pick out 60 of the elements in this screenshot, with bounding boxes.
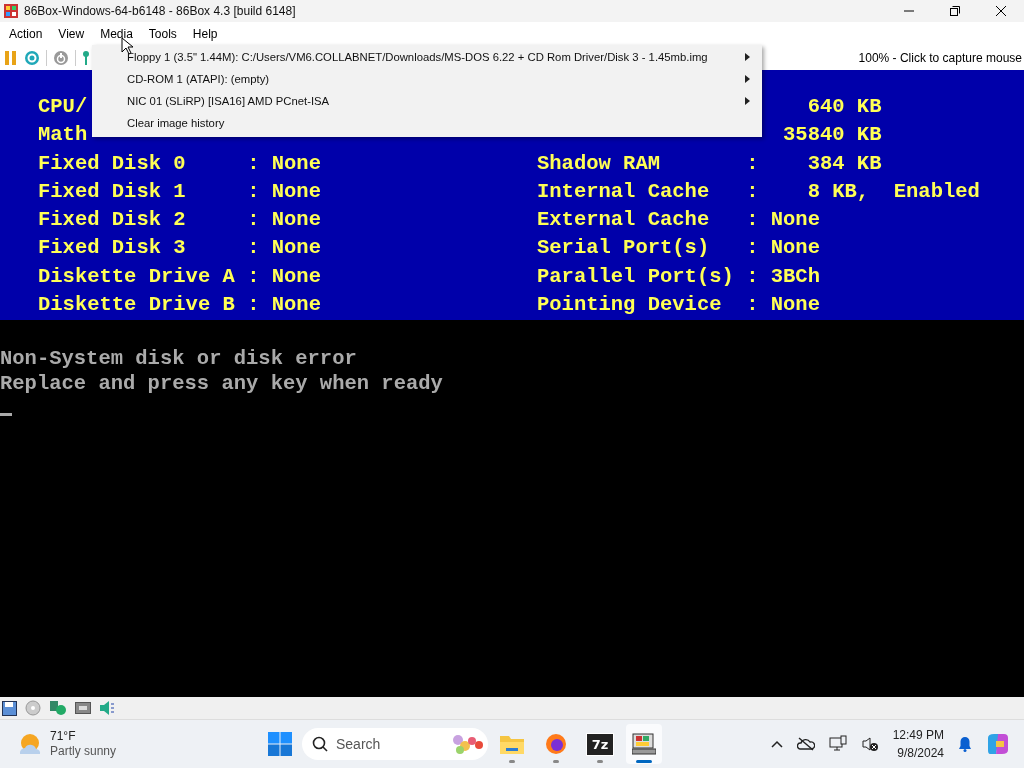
bios-text: Serial Port(s) : None — [537, 235, 820, 261]
status-text: 100% - Click to capture mouse — [858, 50, 1022, 65]
speaker-icon[interactable] — [99, 700, 115, 716]
bios-text: Shadow RAM : 384 KB — [537, 150, 882, 176]
floppy-icon[interactable] — [2, 700, 17, 716]
maximize-button[interactable] — [950, 6, 960, 16]
menu-item[interactable]: Action — [1, 26, 51, 41]
app-icon — [4, 4, 18, 18]
bios-text: Pointing Device : None — [537, 291, 820, 317]
chevron-up-icon[interactable] — [770, 740, 783, 748]
reset-icon[interactable] — [24, 49, 40, 66]
assistant-icon[interactable] — [986, 732, 1010, 756]
console-text: Non-System disk or disk error — [0, 346, 357, 371]
menu-item[interactable]: Floppy 1 (3.5" 1.44M): C:/Users/VM6.COLLABNET/Downloads/MS-DOS 6.22 + CD Rom Driver/Disk 3 - 1.45mb.img — [92, 46, 762, 68]
window-title: 86Box-Windows-64-b6148 - 86Box 4.3 [build 6148] — [24, 4, 296, 18]
clock-time[interactable]: 12:49 PM — [892, 726, 944, 744]
start-button[interactable] — [268, 732, 292, 756]
bell-icon[interactable] — [958, 736, 972, 752]
bios-text: CPU/ — [38, 94, 88, 119]
flowers-icon — [450, 732, 484, 756]
weather-text: Partly sunny — [50, 744, 117, 759]
bios-text: Parallel Port(s) : 3BCh — [537, 263, 820, 289]
archiver-icon[interactable]: 7z — [586, 733, 614, 755]
menu-item[interactable]: Tools — [140, 26, 185, 41]
folder-icon[interactable] — [500, 734, 524, 754]
bios-text: Diskette Drive A : None — [38, 263, 321, 289]
bios-text: Diskette Drive B : None — [38, 291, 321, 317]
power-icon[interactable] — [53, 49, 69, 66]
temperature-text: 71°F — [50, 729, 77, 744]
menu-item[interactable]: CD-ROM 1 (ATAPI): (empty) — [92, 68, 762, 90]
bios-text: Fixed Disk 3 : None — [38, 235, 321, 261]
disc-icon[interactable] — [25, 700, 41, 716]
menu-item[interactable]: Help — [184, 26, 226, 41]
console-text: Replace and press any key when ready — [0, 371, 443, 396]
display-icon[interactable] — [75, 702, 91, 714]
search-field[interactable]: Search — [302, 728, 488, 760]
computer-icon[interactable] — [632, 733, 656, 755]
monitor-icon[interactable] — [828, 735, 847, 753]
bios-text: Fixed Disk 2 : None — [38, 207, 321, 232]
search-icon — [312, 736, 328, 752]
network-icon[interactable] — [49, 700, 67, 716]
clock-date[interactable]: 9/8/2024 — [892, 744, 944, 762]
text-cursor — [0, 413, 12, 416]
bios-text: Math — [38, 122, 88, 148]
bios-text: Fixed Disk 1 : None — [38, 178, 321, 204]
menu-item[interactable]: Clear image history — [92, 112, 762, 134]
pause-icon[interactable] — [4, 49, 18, 66]
speaker-muted-icon[interactable] — [860, 736, 879, 752]
bios-text: 35840 KB — [782, 122, 882, 148]
menu-item[interactable]: NIC 01 (SLiRP) [ISA16] AMD PCnet-ISA — [92, 90, 762, 112]
bios-text: 640 KB — [806, 94, 882, 119]
bios-text: External Cache : None — [537, 207, 820, 232]
key-icon[interactable] — [82, 49, 90, 66]
close-button[interactable] — [995, 5, 1007, 17]
menu-item[interactable]: Media — [92, 26, 141, 41]
browser-icon[interactable] — [545, 733, 567, 755]
bios-text: Fixed Disk 0 : None — [38, 150, 321, 176]
bios-text: Internal Cache : 8 KB, Enabled — [537, 178, 980, 204]
cloud-off-icon[interactable] — [796, 737, 815, 751]
menu-item[interactable]: View — [50, 26, 93, 41]
